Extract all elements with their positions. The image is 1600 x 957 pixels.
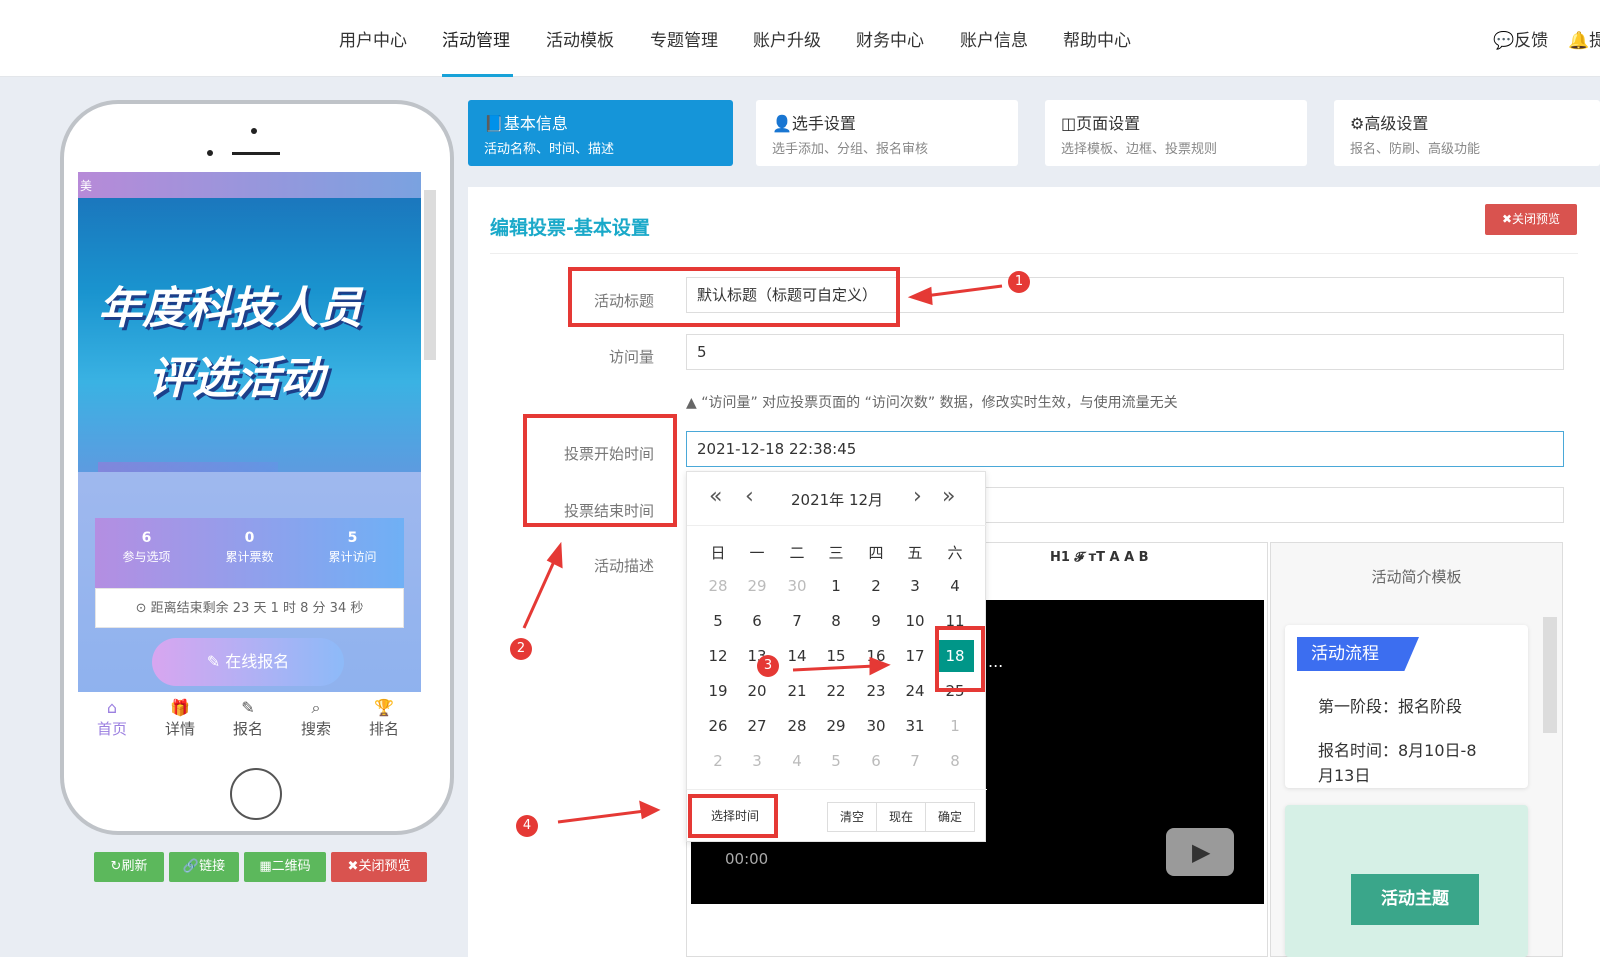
annotation-badge-4: 4 bbox=[516, 815, 538, 837]
annotation-badge-1: 1 bbox=[1008, 271, 1030, 293]
annotation-badge-2: 2 bbox=[510, 638, 532, 660]
annotation-badge-3: 3 bbox=[757, 655, 779, 677]
annotation-arrows bbox=[522, 284, 1003, 824]
